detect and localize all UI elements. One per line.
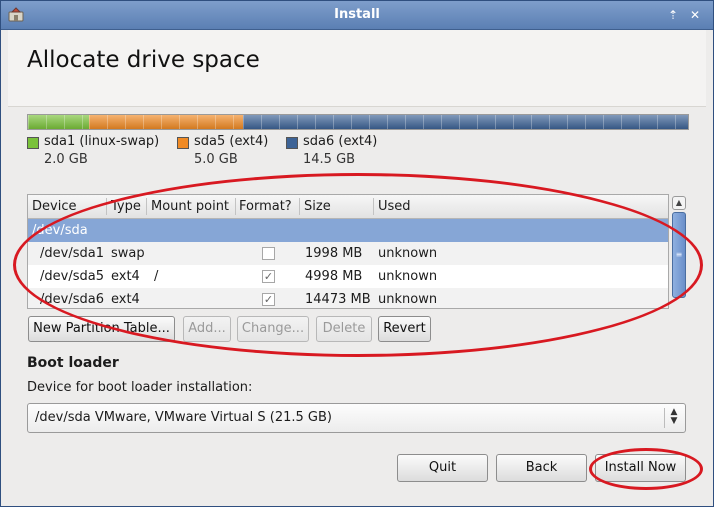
- boot-device-select[interactable]: /dev/sda VMware, VMware Virtual S (21.5 …: [27, 403, 686, 433]
- cell-device: /dev/sda5: [40, 269, 104, 284]
- cell-used: unknown: [378, 292, 438, 307]
- format-checkbox[interactable]: ✓: [262, 293, 275, 306]
- back-button[interactable]: Back: [496, 454, 587, 482]
- cell-type: ext4: [111, 269, 140, 284]
- new-partition-table-button[interactable]: New Partition Table...: [28, 316, 175, 342]
- table-header: Device Type Mount point Format? Size Use…: [28, 195, 668, 219]
- legend-name: sda1 (linux-swap): [44, 134, 160, 149]
- install-now-button[interactable]: Install Now: [595, 454, 686, 482]
- cell-mount: /: [154, 269, 159, 284]
- legend-name: sda6 (ext4): [303, 134, 378, 149]
- revert-button[interactable]: Revert: [378, 316, 431, 342]
- close-button[interactable]: ✕: [687, 7, 703, 23]
- maximize-button[interactable]: ⇡: [665, 7, 681, 23]
- scroll-thumb[interactable]: ≡: [672, 212, 686, 298]
- cell-used: unknown: [378, 269, 438, 284]
- boot-loader-heading: Boot loader: [27, 355, 119, 371]
- boot-loader-label: Device for boot loader installation:: [27, 380, 253, 395]
- partition-segment-sda1: [28, 115, 90, 129]
- installer-window: Install ⇡ ✕ Allocate drive space sda1 (l…: [0, 0, 714, 507]
- delete-partition-button[interactable]: Delete: [316, 316, 372, 342]
- combo-arrows-icon: ▲ ▼: [668, 408, 680, 426]
- legend-size: 2.0 GB: [44, 152, 88, 167]
- cell-type: ext4: [111, 292, 140, 307]
- cell-device: /dev/sda1: [40, 246, 104, 261]
- partition-segment-sda5: [89, 115, 244, 129]
- legend-size: 5.0 GB: [194, 152, 238, 167]
- partition-table[interactable]: Device Type Mount point Format? Size Use…: [27, 194, 669, 309]
- installer-content: Allocate drive space sda1 (linux-swap) 2…: [8, 30, 706, 500]
- legend-size: 14.5 GB: [303, 152, 356, 167]
- table-scrollbar[interactable]: ▲ ≡: [672, 196, 686, 309]
- table-row-group[interactable]: /dev/sda: [28, 219, 668, 242]
- color-swatch: [27, 137, 39, 149]
- heading-area: Allocate drive space: [8, 30, 706, 107]
- column-header-type[interactable]: Type: [111, 199, 141, 214]
- color-swatch: [177, 137, 189, 149]
- cell-size: 14473 MB: [305, 292, 371, 307]
- add-partition-button[interactable]: Add...: [183, 316, 231, 342]
- column-header-format[interactable]: Format?: [239, 199, 292, 214]
- format-checkbox[interactable]: [262, 247, 275, 260]
- cell-size: 1998 MB: [305, 246, 363, 261]
- cell-type: swap: [111, 246, 145, 261]
- partition-segment-sda6: [243, 115, 688, 129]
- table-row[interactable]: /dev/sda6 ext4 ✓ 14473 MB unknown: [28, 288, 668, 308]
- column-header-mount-point[interactable]: Mount point: [151, 199, 229, 214]
- change-partition-button[interactable]: Change...: [237, 316, 309, 342]
- scroll-up-button[interactable]: ▲: [672, 196, 686, 210]
- page-title: Allocate drive space: [27, 47, 260, 73]
- column-header-device[interactable]: Device: [32, 199, 76, 214]
- boot-device-value: /dev/sda VMware, VMware Virtual S (21.5 …: [35, 410, 332, 425]
- group-device: /dev/sda: [32, 223, 88, 238]
- title-bar[interactable]: Install ⇡ ✕: [1, 1, 713, 30]
- cell-device: /dev/sda6: [40, 292, 104, 307]
- legend-name: sda5 (ext4): [194, 134, 269, 149]
- table-row[interactable]: /dev/sda1 swap 1998 MB unknown: [28, 242, 668, 265]
- column-header-size[interactable]: Size: [304, 199, 331, 214]
- table-row[interactable]: /dev/sda5 ext4 / ✓ 4998 MB unknown: [28, 265, 668, 288]
- color-swatch: [286, 137, 298, 149]
- quit-button[interactable]: Quit: [397, 454, 488, 482]
- disk-usage-bar: [27, 114, 689, 130]
- window-title: Install: [334, 7, 380, 22]
- column-header-used[interactable]: Used: [378, 199, 411, 214]
- arrow-down-icon: ▼: [670, 416, 678, 426]
- cell-used: unknown: [378, 246, 438, 261]
- cell-size: 4998 MB: [305, 269, 363, 284]
- format-checkbox[interactable]: ✓: [262, 270, 275, 283]
